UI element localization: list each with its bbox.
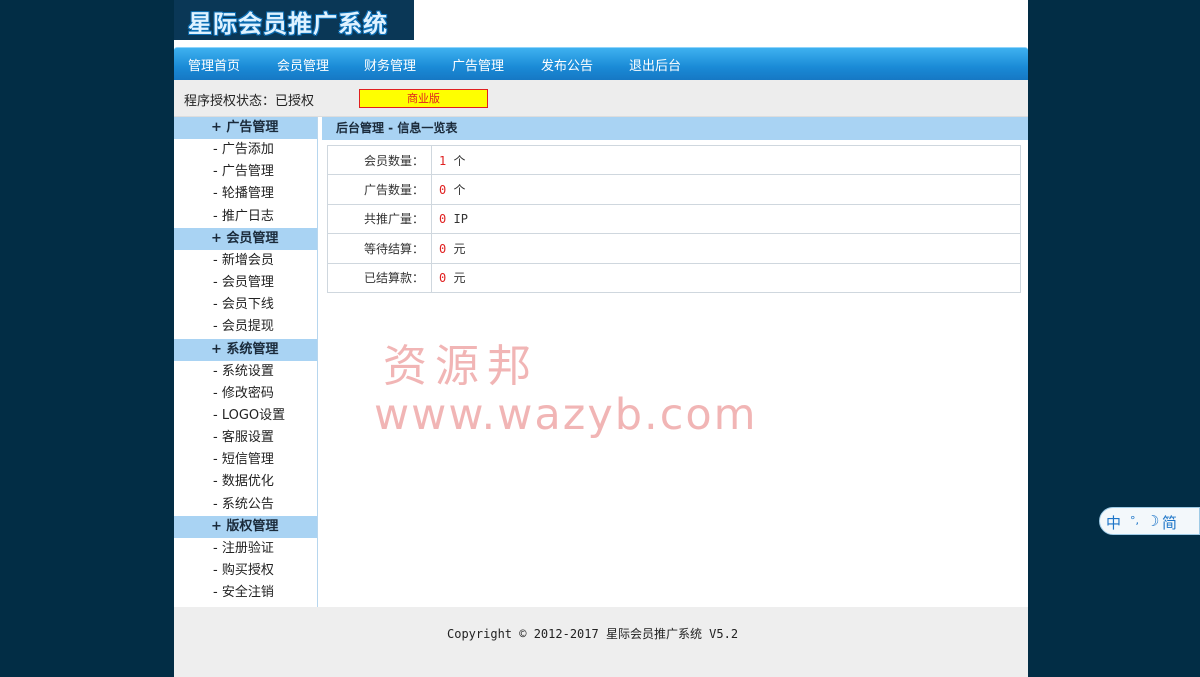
row-unit: 个 — [453, 183, 466, 198]
row-value: 0 元 — [431, 262, 1021, 293]
row-number: 0 — [439, 241, 447, 256]
row-number: 1 — [439, 153, 447, 168]
license-status-label: 程序授权状态：已授权 — [184, 94, 315, 109]
sidebar-item-promo-log[interactable]: - 推广日志 — [174, 206, 317, 228]
row-value: 0 个 — [431, 174, 1021, 205]
row-unit: 元 — [453, 271, 466, 286]
nav-home[interactable]: 管理首页 — [188, 55, 240, 74]
row-value: 0 元 — [431, 233, 1021, 264]
sidebar: + 广告管理 - 广告添加 - 广告管理 - 轮播管理 - 推广日志 + 会员管… — [174, 117, 318, 607]
sidebar-item-add-ad[interactable]: - 广告添加 — [174, 139, 317, 161]
sidebar-item-password[interactable]: - 修改密码 — [174, 383, 317, 405]
row-value: 0 IP — [431, 203, 1021, 235]
row-label: 等待结算： — [327, 233, 432, 264]
page-container: 星际会员推广系统 管理首页 会员管理 财务管理 广告管理 发布公告 退出后台 程… — [174, 0, 1028, 677]
nav-ads[interactable]: 广告管理 — [452, 55, 504, 74]
sidebar-item-optimize[interactable]: - 数据优化 — [174, 471, 317, 493]
page-title: 后台管理 - 信息一览表 — [322, 117, 1028, 140]
logo: 星际会员推广系统 — [174, 0, 414, 40]
sidebar-item-downline[interactable]: - 会员下线 — [174, 294, 317, 316]
row-number: 0 — [439, 271, 447, 286]
sidebar-item-manage-ads[interactable]: - 广告管理 — [174, 161, 317, 183]
row-label: 会员数量： — [327, 144, 432, 176]
sidebar-item-manage-members[interactable]: - 会员管理 — [174, 272, 317, 294]
nav-finance[interactable]: 财务管理 — [364, 55, 416, 74]
sidebar-item-carousel[interactable]: - 轮播管理 — [174, 183, 317, 205]
sidebar-item-new-member[interactable]: - 新增会员 — [174, 250, 317, 272]
sidebar-group-members[interactable]: + 会员管理 — [174, 227, 317, 250]
sidebar-item-sys-announce[interactable]: - 系统公告 — [174, 494, 317, 516]
moon-icon[interactable]: ☽ — [1146, 512, 1159, 530]
sidebar-item-withdraw[interactable]: - 会员提现 — [174, 316, 317, 338]
watermark-title: 资源邦 — [383, 341, 539, 392]
sidebar-group-system[interactable]: + 系统管理 — [174, 338, 317, 361]
sidebar-item-sms[interactable]: - 短信管理 — [174, 449, 317, 471]
ime-mode-toggle[interactable]: 中 — [1106, 512, 1121, 533]
nav-announce[interactable]: 发布公告 — [541, 55, 593, 74]
info-table: 会员数量： 1 个 广告数量： 0 个 共推广量： 0 IP 等待结算： 0 元… — [327, 144, 1021, 293]
main-content: 后台管理 - 信息一览表 会员数量： 1 个 广告数量： 0 个 共推广量： 0… — [322, 117, 1028, 293]
nav-logout[interactable]: 退出后台 — [629, 55, 681, 74]
table-row: 共推广量： 0 IP — [327, 203, 1021, 235]
copyright-text: Copyright © 2012-2017 星际会员推广系统 V5.2 — [447, 627, 739, 641]
row-unit: IP — [453, 211, 468, 226]
row-label: 共推广量： — [327, 203, 432, 235]
logo-text: 星际会员推广系统 — [188, 10, 388, 38]
row-unit: 个 — [453, 153, 466, 168]
sidebar-item-buy-license[interactable]: - 购买授权 — [174, 560, 317, 582]
sidebar-item-verify[interactable]: - 注册验证 — [174, 538, 317, 560]
sidebar-group-ads[interactable]: + 广告管理 — [174, 117, 317, 139]
sidebar-item-support[interactable]: - 客服设置 — [174, 427, 317, 449]
table-row: 等待结算： 0 元 — [327, 233, 1021, 264]
watermark-url: www.wazyb.com — [374, 390, 758, 440]
sidebar-item-settings[interactable]: - 系统设置 — [174, 361, 317, 383]
license-status-bar: 程序授权状态：已授权 商业版 — [174, 80, 1028, 117]
row-number: 0 — [439, 211, 447, 226]
ime-toolbar[interactable]: 中 °, ☽ 简 — [1099, 507, 1200, 535]
sidebar-item-logo[interactable]: - LOGO设置 — [174, 405, 317, 427]
license-badge: 商业版 — [359, 89, 488, 108]
row-label: 广告数量： — [327, 174, 432, 205]
sidebar-group-copyright[interactable]: + 版权管理 — [174, 515, 317, 538]
table-row: 已结算款： 0 元 — [327, 262, 1021, 293]
ime-simplified-toggle[interactable]: 简 — [1162, 512, 1177, 533]
sidebar-item-deregister[interactable]: - 安全注销 — [174, 582, 317, 604]
nav-members[interactable]: 会员管理 — [277, 55, 329, 74]
row-number: 0 — [439, 183, 447, 198]
top-nav: 管理首页 会员管理 财务管理 广告管理 发布公告 退出后台 — [174, 47, 1028, 80]
table-row: 会员数量： 1 个 — [327, 144, 1021, 176]
row-value: 1 个 — [431, 144, 1021, 176]
table-row: 广告数量： 0 个 — [327, 174, 1021, 205]
footer: Copyright © 2012-2017 星际会员推广系统 V5.2 — [174, 607, 1028, 677]
row-label: 已结算款： — [327, 262, 432, 293]
row-unit: 元 — [453, 241, 466, 256]
ime-punct-toggle[interactable]: °, — [1130, 514, 1139, 527]
